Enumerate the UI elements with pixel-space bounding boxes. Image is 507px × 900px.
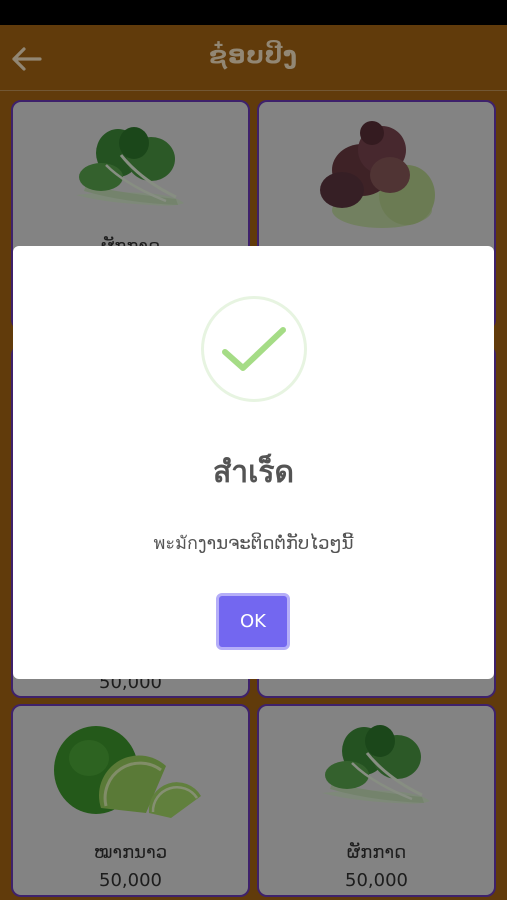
dialog-message: พะมักງານຈະຕິດຕໍ່ກັບໄວໆນີ້ bbox=[153, 533, 354, 554]
check-icon bbox=[222, 327, 286, 371]
ok-button[interactable]: OK bbox=[216, 593, 290, 650]
success-dialog: สำเร็ด พะมักງານຈະຕິດຕໍ່ກັບໄວໆນີ້ OK bbox=[13, 246, 494, 679]
success-icon-ring bbox=[201, 296, 307, 402]
dialog-title: สำเร็ด bbox=[212, 455, 294, 490]
status-bar bbox=[0, 0, 507, 25]
